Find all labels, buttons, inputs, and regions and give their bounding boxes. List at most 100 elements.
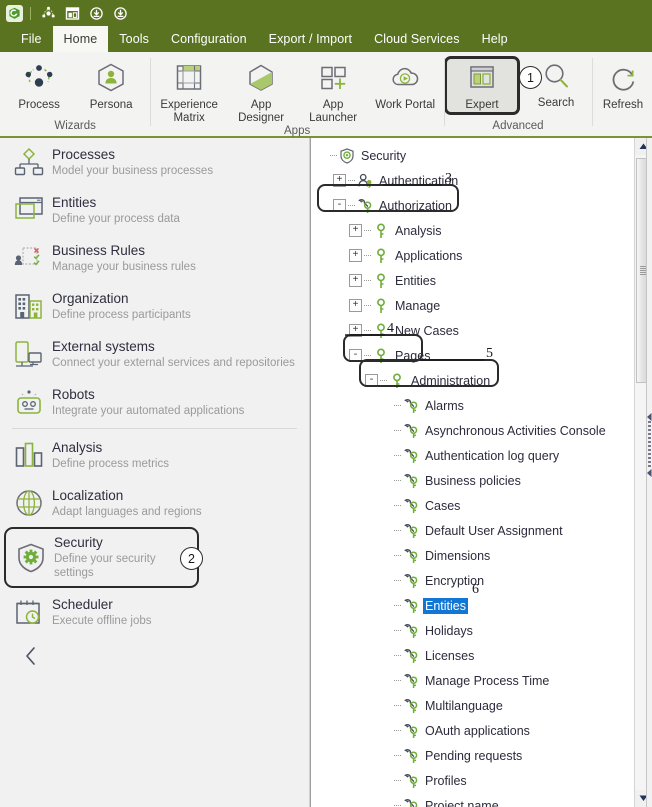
tree-connector-line xyxy=(380,379,387,382)
sidebar-item-localization[interactable]: Localization Adapt languages and regions xyxy=(0,479,309,527)
sidebar-item-external-systems-subtitle: Connect your external services and repos… xyxy=(52,356,295,369)
sidebar-item-analysis[interactable]: Analysis Define process metrics xyxy=(0,431,309,479)
tree-node-asynchronous-activities-console[interactable]: Asynchronous Activities Console xyxy=(317,418,630,443)
sidebar-item-security[interactable]: Security Define your security settings xyxy=(4,527,199,588)
menu-export-import[interactable]: Export / Import xyxy=(258,26,363,52)
bizagi-logo-icon xyxy=(6,4,23,22)
ribbon-button-refresh[interactable]: Refresh xyxy=(594,58,652,112)
expand-icon[interactable]: + xyxy=(333,174,346,187)
sidebar-item-external-systems-title: External systems xyxy=(52,338,155,354)
tree-node-icon xyxy=(355,173,374,189)
tree-node-authorization[interactable]: - Authorization xyxy=(317,193,630,218)
ribbon-group-advanced-label: Advanced xyxy=(492,120,544,132)
tree-node-analysis[interactable]: + Analysis xyxy=(317,218,630,243)
sidebar-item-organization-title: Organization xyxy=(52,290,129,306)
tree-node-icon xyxy=(337,147,356,164)
tree-node-icon xyxy=(401,623,420,639)
tree-node-project-name[interactable]: Project name xyxy=(317,793,630,807)
sidebar-item-entities[interactable]: Entities Define your process data xyxy=(0,186,309,234)
tree-node-pending-requests[interactable]: Pending requests xyxy=(317,743,630,768)
download-alt-icon[interactable] xyxy=(109,3,131,23)
download-icon[interactable] xyxy=(85,3,107,23)
robot-icon xyxy=(10,384,48,420)
tree-node-entities[interactable]: + Entities xyxy=(317,268,630,293)
tree-node-manage[interactable]: + Manage xyxy=(317,293,630,318)
tree-node-profiles[interactable]: Profiles xyxy=(317,768,630,793)
tree-node-new-cases[interactable]: + New Cases xyxy=(317,318,630,343)
tree-node-icon xyxy=(401,723,420,739)
tree-node-applications[interactable]: + Applications xyxy=(317,243,630,268)
tree-node-manage-process-time[interactable]: Manage Process Time xyxy=(317,668,630,693)
panel-splitter[interactable] xyxy=(646,138,652,807)
collapse-icon[interactable]: - xyxy=(365,374,378,387)
menu-help[interactable]: Help xyxy=(471,26,519,52)
tree-node-dimensions[interactable]: Dimensions xyxy=(317,543,630,568)
menu-file[interactable]: File xyxy=(10,26,53,52)
ribbon-button-process[interactable]: Process xyxy=(3,58,75,112)
annotation-badge-5: 5 xyxy=(486,346,493,361)
wrench-key-icon xyxy=(404,773,417,788)
tree-connector-line xyxy=(364,254,371,257)
sidebar-item-organization[interactable]: Organization Define process participants xyxy=(0,282,309,330)
tree-node-label: Analysis xyxy=(395,223,442,238)
collapse-icon[interactable]: - xyxy=(349,349,362,362)
tree-node-icon xyxy=(401,598,420,614)
tree-node-pages[interactable]: - Pages xyxy=(317,343,630,368)
expand-icon[interactable]: + xyxy=(349,299,362,312)
ribbon-button-expert[interactable]: Expert xyxy=(444,56,520,115)
menu-tools[interactable]: Tools xyxy=(108,26,160,52)
ribbon-button-persona[interactable]: Persona xyxy=(75,58,147,112)
sidebar-collapse-button[interactable] xyxy=(18,643,44,669)
sidebar-item-processes[interactable]: Processes Model your business processes xyxy=(0,138,309,186)
tree-node-authentication-log-query[interactable]: Authentication log query xyxy=(317,443,630,468)
ribbon-button-app-launcher[interactable]: App Launcher xyxy=(297,58,369,125)
tree-node-default-user-assignment[interactable]: Default User Assignment xyxy=(317,518,630,543)
ribbon-group-advanced: Expert Search Advanced xyxy=(444,52,592,136)
tree-node-administration[interactable]: - Administration xyxy=(317,368,630,393)
ribbon-group-refresh-label xyxy=(592,132,652,136)
splitter-handle[interactable] xyxy=(647,400,652,490)
tree-node-label: Profiles xyxy=(425,773,467,788)
tree-node-authentication[interactable]: + Authentication xyxy=(317,168,630,193)
sidebar-item-localization-title: Localization xyxy=(52,487,124,503)
tree-connector-line xyxy=(394,729,401,732)
sidebar-item-robots[interactable]: Robots Integrate your automated applicat… xyxy=(0,378,309,426)
menu-configuration[interactable]: Configuration xyxy=(160,26,258,52)
menu-home[interactable]: Home xyxy=(52,26,109,52)
menu-cloud-services[interactable]: Cloud Services xyxy=(363,26,470,52)
window-icon[interactable] xyxy=(61,3,83,23)
expand-icon[interactable]: + xyxy=(349,224,362,237)
expand-icon[interactable]: + xyxy=(349,274,362,287)
tree-node-multilanguage[interactable]: Multilanguage xyxy=(317,693,630,718)
sidebar-item-business-rules[interactable]: Business Rules Manage your business rule… xyxy=(0,234,309,282)
ribbon-button-experience-matrix[interactable]: Experience Matrix xyxy=(153,58,225,125)
tree-node-licenses[interactable]: Licenses xyxy=(317,643,630,668)
sidebar-item-external-systems[interactable]: External systems Connect your external s… xyxy=(0,330,309,378)
tree-connector-line xyxy=(394,754,401,757)
expand-icon[interactable]: + xyxy=(349,324,362,337)
tree-node-oauth-applications[interactable]: OAuth applications xyxy=(317,718,630,743)
sidebar-item-scheduler[interactable]: Scheduler Execute offline jobs xyxy=(0,588,309,636)
expand-icon[interactable]: + xyxy=(349,249,362,262)
collapse-icon[interactable]: - xyxy=(333,199,346,212)
tree-node-holidays[interactable]: Holidays xyxy=(317,618,630,643)
tree-node-cases[interactable]: Cases xyxy=(317,493,630,518)
title-bar xyxy=(0,0,652,26)
sidebar-item-entities-subtitle: Define your process data xyxy=(52,212,180,225)
ribbon-button-app-designer[interactable]: App Designer xyxy=(225,58,297,125)
tree-node-icon xyxy=(371,248,390,264)
tree-node-security[interactable]: Security xyxy=(317,143,630,168)
entities-window-icon xyxy=(10,192,48,228)
annotation-badge-3: 3 xyxy=(445,171,452,186)
sidebar-item-scheduler-subtitle: Execute offline jobs xyxy=(52,614,152,627)
publish-icon[interactable] xyxy=(37,3,59,23)
tree-node-icon xyxy=(401,398,420,414)
sidebar-divider xyxy=(12,428,297,429)
key-icon xyxy=(376,248,385,263)
tree-node-alarms[interactable]: Alarms xyxy=(317,393,630,418)
tree-node-label: Manage Process Time xyxy=(425,673,550,688)
tree-connector-line xyxy=(364,329,371,332)
tree-node-business-policies[interactable]: Business policies xyxy=(317,468,630,493)
tree-node-label: Applications xyxy=(395,248,463,263)
ribbon-button-work-portal[interactable]: Work Portal xyxy=(369,58,441,112)
